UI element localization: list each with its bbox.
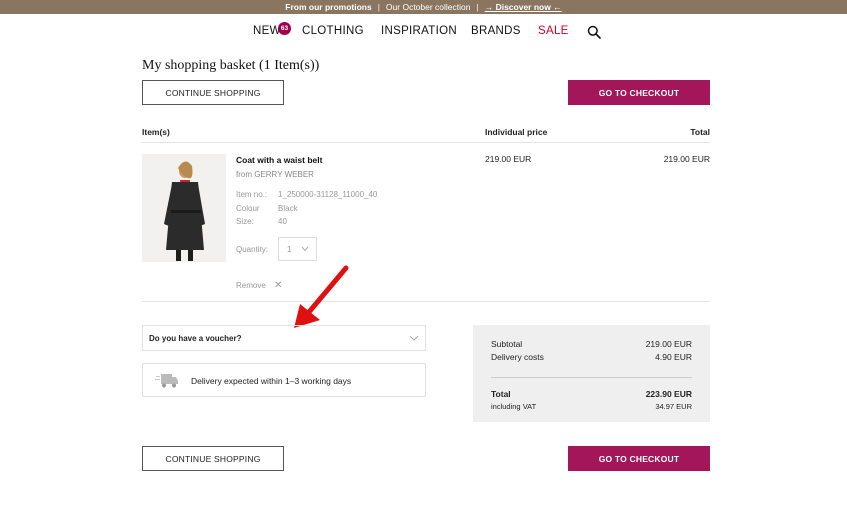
truck-icon [155,374,178,388]
delivery-info: Delivery expected within 1–3 working day… [142,363,426,397]
annotation-arrow-icon [294,265,349,328]
continue-shopping-button[interactable]: CONTINUE SHOPPING [142,446,284,471]
product-brand: from GERRY WEBER [236,170,314,179]
checkout-button[interactable]: GO TO CHECKOUT [568,80,710,105]
coat-illustration [142,154,226,262]
promo-bar: From our promotions | Our October collec… [0,0,847,14]
vat-value: 34.97 EUR [655,402,692,411]
new-count-badge: 63 [278,22,291,35]
main-nav: NEW 63 CLOTHING INSPIRATION BRANDS SALE [0,14,847,48]
header-individual-price: Individual price [485,127,548,137]
delivery-costs-value: 4.90 EUR [655,352,692,362]
total-label: Total [491,389,511,399]
spec-value-size: 40 [278,217,287,226]
header-total: Total [690,127,710,137]
delivery-text: Delivery expected within 1–3 working day… [191,376,352,386]
nav-item-brands[interactable]: BRANDS [471,25,521,37]
spec-label-size: Size: [236,217,254,226]
nav-item-clothing[interactable]: CLOTHING [302,25,364,37]
promo-separator: | [377,2,380,12]
chevron-down-icon [409,335,419,341]
quantity-label: Quantity: [236,245,269,254]
spec-value-item-no: 1_250000-31128_11000_40 [278,190,378,199]
checkout-button[interactable]: GO TO CHECKOUT [568,446,710,471]
search-icon[interactable] [587,25,601,39]
nav-item-sale[interactable]: SALE [538,25,569,37]
nav-item-inspiration[interactable]: INSPIRATION [381,25,457,37]
close-icon[interactable]: ✕ [274,280,282,291]
product-name[interactable]: Coat with a waist belt [236,155,322,165]
voucher-label: Do you have a voucher? [149,334,242,343]
product-image[interactable] [142,154,226,262]
voucher-toggle[interactable]: Do you have a voucher? [142,325,426,351]
total-value: 223.90 EUR [645,389,692,399]
promo-separator: | [476,2,479,12]
divider [142,301,710,302]
vat-label: including VAT [491,402,537,411]
nav-item-new[interactable]: NEW [253,25,281,37]
spec-label-item-no: Item no.: [236,190,268,199]
delivery-costs-label: Delivery costs [491,352,544,362]
spec-label-colour: Colour [236,204,260,213]
summary-divider [491,377,692,378]
promo-discover-link[interactable]: → Discover now ← [485,2,562,12]
spec-value-colour: Black [278,204,298,213]
subtotal-value: 219.00 EUR [645,339,692,349]
promo-text-collection[interactable]: Our October collection [386,2,471,12]
header-items: Item(s) [142,127,170,137]
order-summary: Subtotal 219.00 EUR Delivery costs 4.90 … [473,325,710,422]
promo-text-promotions[interactable]: From our promotions [285,2,371,12]
remove-link[interactable]: Remove [236,281,266,290]
quantity-value: 1 [287,244,292,254]
line-total: 219.00 EUR [663,154,710,164]
subtotal-label: Subtotal [491,339,523,349]
chevron-down-icon [301,246,309,252]
quantity-select[interactable]: 1 [278,237,317,261]
page-title: My shopping basket (1 Item(s)) [142,58,320,73]
divider [142,142,710,143]
continue-shopping-button[interactable]: CONTINUE SHOPPING [142,80,284,105]
individual-price: 219.00 EUR [485,154,532,164]
